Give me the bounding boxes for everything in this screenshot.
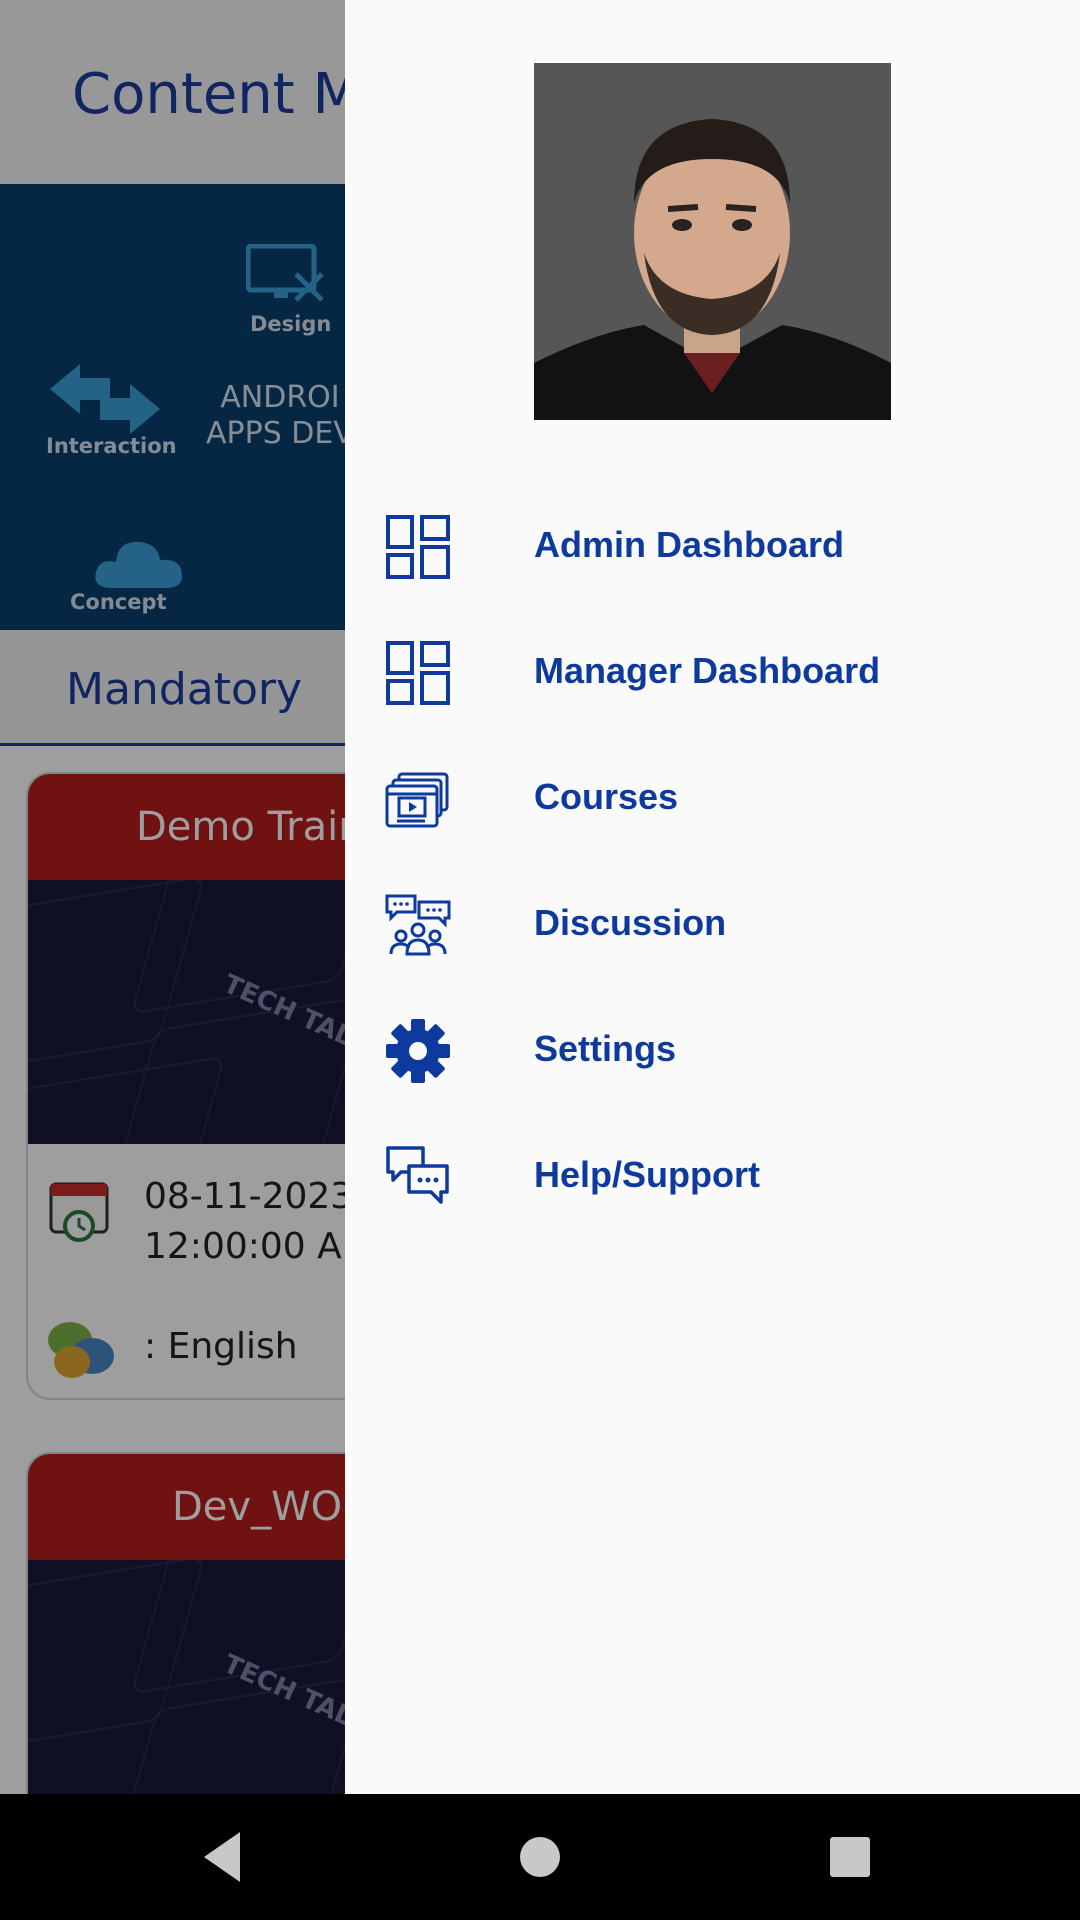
dashboard-icon [386, 641, 450, 705]
courses-video-icon [385, 772, 449, 828]
menu-item-courses[interactable]: Courses [345, 736, 1080, 862]
menu-label: Manager Dashboard [534, 650, 881, 691]
chat-bubbles-icon [386, 1146, 449, 1204]
menu-item-admin-dashboard[interactable]: Admin Dashboard [345, 484, 1080, 610]
recents-square-icon[interactable] [817, 1824, 883, 1890]
menu-item-help-support[interactable]: Help/Support [345, 1114, 1080, 1240]
profile-photo-icon [534, 63, 891, 420]
system-navigation-bar [0, 1794, 1080, 1920]
back-triangle-icon[interactable] [192, 1824, 258, 1890]
menu-item-manager-dashboard[interactable]: Manager Dashboard [345, 610, 1080, 736]
profile-avatar[interactable] [534, 63, 891, 420]
menu-label: Courses [534, 776, 679, 817]
menu-label: Discussion [534, 902, 727, 943]
navigation-drawer: Admin Dashboard Manager Dashboard Course… [345, 0, 1080, 1794]
discussion-group-icon [385, 894, 451, 956]
menu-label: Admin Dashboard [534, 524, 845, 565]
menu-label: Settings [534, 1028, 677, 1069]
dashboard-icon [386, 515, 450, 579]
home-circle-icon[interactable] [507, 1824, 573, 1890]
menu-label: Help/Support [534, 1154, 760, 1195]
gear-icon [386, 1019, 450, 1083]
menu-item-discussion[interactable]: Discussion [345, 862, 1080, 988]
menu-item-settings[interactable]: Settings [345, 988, 1080, 1114]
